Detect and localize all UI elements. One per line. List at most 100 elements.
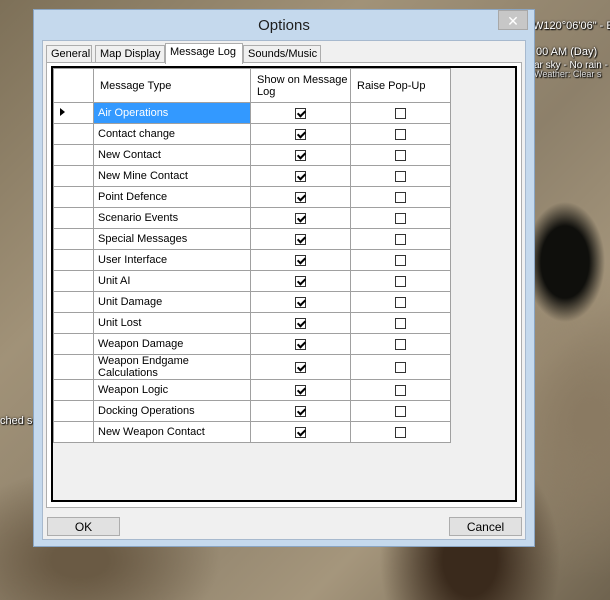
message-type-cell[interactable]: Contact change bbox=[93, 123, 251, 145]
raise-popup-checkbox[interactable] bbox=[395, 384, 406, 396]
tab-general[interactable]: General bbox=[46, 45, 92, 63]
raise-popup-checkbox[interactable] bbox=[395, 275, 406, 287]
row-header[interactable] bbox=[53, 270, 94, 292]
row-header[interactable] bbox=[53, 207, 94, 229]
table-row[interactable]: User Interface bbox=[53, 249, 451, 271]
raise-popup-checkbox[interactable] bbox=[395, 338, 406, 350]
message-type-cell[interactable]: Weapon Endgame Calculations bbox=[93, 354, 251, 380]
row-header[interactable] bbox=[53, 354, 94, 380]
raise-popup-cell bbox=[350, 249, 451, 271]
message-type-cell[interactable]: Unit Lost bbox=[93, 312, 251, 334]
header-message-type[interactable]: Message Type bbox=[93, 68, 251, 103]
message-type-cell[interactable]: Air Operations bbox=[93, 102, 251, 124]
show-on-log-checkbox[interactable] bbox=[295, 128, 306, 140]
table-row[interactable]: Weapon Damage bbox=[53, 333, 451, 355]
row-header[interactable] bbox=[53, 379, 94, 401]
dialog-title: Options bbox=[258, 17, 310, 34]
show-on-log-checkbox[interactable] bbox=[295, 384, 306, 396]
tab-map-display[interactable]: Map Display bbox=[95, 45, 165, 63]
show-on-log-checkbox[interactable] bbox=[295, 170, 306, 182]
tab-sounds-music[interactable]: Sounds/Music bbox=[243, 45, 321, 63]
row-header[interactable] bbox=[53, 123, 94, 145]
message-type-cell[interactable]: Docking Operations bbox=[93, 400, 251, 422]
row-header[interactable] bbox=[53, 421, 94, 443]
row-header[interactable] bbox=[53, 291, 94, 313]
row-header[interactable] bbox=[53, 312, 94, 334]
raise-popup-checkbox[interactable] bbox=[395, 296, 406, 308]
table-row[interactable]: Unit Damage bbox=[53, 291, 451, 313]
raise-popup-checkbox[interactable] bbox=[395, 149, 406, 161]
message-type-cell[interactable]: Unit Damage bbox=[93, 291, 251, 313]
message-type-cell[interactable]: New Contact bbox=[93, 144, 251, 166]
table-row[interactable]: New Contact bbox=[53, 144, 451, 166]
cancel-button[interactable]: Cancel bbox=[449, 517, 522, 536]
table-row[interactable]: Special Messages bbox=[53, 228, 451, 250]
table-row[interactable]: Unit Lost bbox=[53, 312, 451, 334]
show-on-log-checkbox[interactable] bbox=[295, 338, 306, 350]
table-row[interactable]: New Mine Contact bbox=[53, 165, 451, 187]
table-row[interactable]: Unit AI bbox=[53, 270, 451, 292]
raise-popup-checkbox[interactable] bbox=[395, 405, 406, 417]
table-row[interactable]: New Weapon Contact bbox=[53, 421, 451, 443]
show-on-log-checkbox[interactable] bbox=[295, 317, 306, 329]
header-raise-pop-up[interactable]: Raise Pop-Up bbox=[350, 68, 451, 103]
message-type-cell[interactable]: Point Defence bbox=[93, 186, 251, 208]
tab-message-log[interactable]: Message Log bbox=[165, 43, 243, 64]
raise-popup-checkbox[interactable] bbox=[395, 191, 406, 203]
show-on-log-cell bbox=[250, 270, 351, 292]
show-on-log-cell bbox=[250, 144, 351, 166]
message-type-cell[interactable]: Special Messages bbox=[93, 228, 251, 250]
show-on-log-checkbox[interactable] bbox=[295, 233, 306, 245]
ok-button[interactable]: OK bbox=[47, 517, 120, 536]
table-row[interactable]: Air Operations bbox=[53, 102, 451, 124]
show-on-log-checkbox[interactable] bbox=[295, 149, 306, 161]
row-header[interactable] bbox=[53, 249, 94, 271]
message-type-cell[interactable]: User Interface bbox=[93, 249, 251, 271]
row-header[interactable] bbox=[53, 400, 94, 422]
message-type-cell[interactable]: New Weapon Contact bbox=[93, 421, 251, 443]
raise-popup-checkbox[interactable] bbox=[395, 128, 406, 140]
raise-popup-checkbox[interactable] bbox=[395, 212, 406, 224]
raise-popup-checkbox[interactable] bbox=[395, 170, 406, 182]
row-header[interactable] bbox=[53, 144, 94, 166]
table-row[interactable]: Contact change bbox=[53, 123, 451, 145]
row-header[interactable] bbox=[53, 165, 94, 187]
show-on-log-cell bbox=[250, 249, 351, 271]
raise-popup-checkbox[interactable] bbox=[395, 361, 406, 373]
row-header[interactable] bbox=[53, 228, 94, 250]
show-on-log-checkbox[interactable] bbox=[295, 254, 306, 266]
raise-popup-checkbox[interactable] bbox=[395, 317, 406, 329]
message-type-cell[interactable]: Unit AI bbox=[93, 270, 251, 292]
message-type-cell[interactable]: Weapon Logic bbox=[93, 379, 251, 401]
show-on-log-checkbox[interactable] bbox=[295, 275, 306, 287]
table-row[interactable]: Docking Operations bbox=[53, 400, 451, 422]
raise-popup-cell bbox=[350, 400, 451, 422]
raise-popup-checkbox[interactable] bbox=[395, 254, 406, 266]
raise-popup-checkbox[interactable] bbox=[395, 107, 406, 119]
show-on-log-checkbox[interactable] bbox=[295, 296, 306, 308]
table-row[interactable]: Weapon Logic bbox=[53, 379, 451, 401]
message-type-cell[interactable]: Scenario Events bbox=[93, 207, 251, 229]
show-on-log-checkbox[interactable] bbox=[295, 191, 306, 203]
message-type-cell[interactable]: New Mine Contact bbox=[93, 165, 251, 187]
row-header[interactable] bbox=[53, 333, 94, 355]
raise-popup-checkbox[interactable] bbox=[395, 233, 406, 245]
row-header-corner bbox=[53, 68, 94, 103]
table-row[interactable]: Scenario Events bbox=[53, 207, 451, 229]
row-header[interactable] bbox=[53, 102, 94, 124]
row-header[interactable] bbox=[53, 186, 94, 208]
title-bar[interactable]: Options ✕ bbox=[34, 10, 534, 40]
show-on-log-checkbox[interactable] bbox=[295, 361, 306, 373]
table-row[interactable]: Weapon Endgame Calculations bbox=[53, 354, 451, 380]
header-show-on-message-log[interactable]: Show on Message Log bbox=[250, 68, 351, 103]
message-type-cell[interactable]: Weapon Damage bbox=[93, 333, 251, 355]
show-on-log-checkbox[interactable] bbox=[295, 107, 306, 119]
raise-popup-checkbox[interactable] bbox=[395, 426, 406, 438]
raise-popup-cell bbox=[350, 291, 451, 313]
show-on-log-checkbox[interactable] bbox=[295, 212, 306, 224]
close-button[interactable]: ✕ bbox=[498, 10, 528, 30]
message-type-grid[interactable]: Message Type Show on Message Log Raise P… bbox=[51, 66, 517, 502]
table-row[interactable]: Point Defence bbox=[53, 186, 451, 208]
show-on-log-checkbox[interactable] bbox=[295, 405, 306, 417]
show-on-log-checkbox[interactable] bbox=[295, 426, 306, 438]
